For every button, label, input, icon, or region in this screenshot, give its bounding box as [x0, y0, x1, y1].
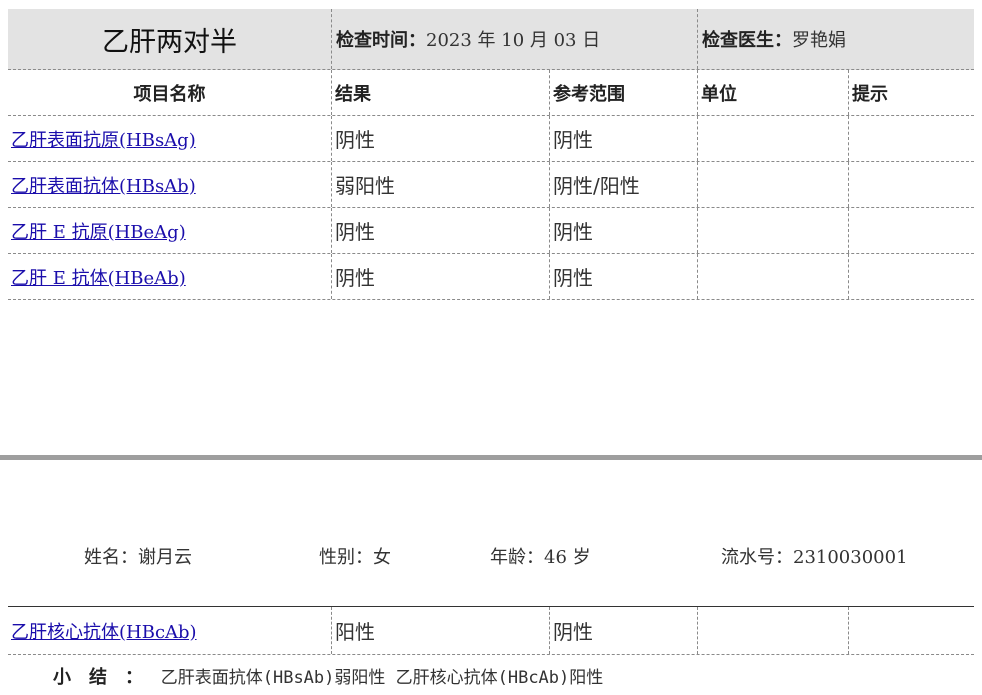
- summary-text: 乙肝表面抗体(HBsAb)弱阳性 乙肝核心抗体(HBcAb)阳性: [160, 668, 604, 688]
- report-header: 乙肝两对半 检查时间： 2023 年 10 月 03 日 检查医生： 罗艳娟: [8, 9, 974, 70]
- report-page: 乙肝两对半 检查时间： 2023 年 10 月 03 日 检查医生： 罗艳娟 项…: [0, 0, 982, 695]
- item-link-hbsab[interactable]: 乙肝表面抗体(HBsAb): [11, 172, 196, 198]
- report-title: 乙肝两对半: [102, 26, 237, 58]
- exam-doctor: 检查医生： 罗艳娟: [697, 9, 974, 69]
- hint-cell: [848, 607, 974, 654]
- item-link-hbeag[interactable]: 乙肝 E 抗原(HBeAg): [11, 218, 186, 244]
- hepatitis-b-report-table: 乙肝两对半 检查时间： 2023 年 10 月 03 日 检查医生： 罗艳娟 项…: [8, 9, 974, 300]
- reference-cell: 阴性: [549, 208, 697, 253]
- column-header-item-name: 项目名称: [133, 83, 206, 105]
- table-row: 乙肝 E 抗体(HBeAb) 阴性 阴性: [8, 254, 974, 300]
- result-cell: 阳性: [331, 607, 549, 654]
- table-row: 乙肝 E 抗原(HBeAg) 阴性 阴性: [8, 208, 974, 254]
- doctor-value: 罗艳娟: [792, 30, 846, 51]
- patient-name: 姓名：谢月云: [84, 547, 192, 568]
- unit-cell: [697, 208, 848, 253]
- serial-number: 流水号：2310030001: [721, 547, 908, 568]
- unit-cell: [697, 162, 848, 207]
- patient-gender: 性别：女: [319, 547, 391, 568]
- hint-cell: [848, 208, 974, 253]
- exam-time: 检查时间： 2023 年 10 月 03 日: [331, 9, 697, 69]
- column-header-row: 项目名称 结果 参考范围 单位 提示: [8, 70, 974, 116]
- exam-time-label: 检查时间：: [336, 30, 426, 51]
- result-cell: 阴性: [331, 116, 549, 161]
- exam-time-value: 2023 年 10 月 03 日: [426, 30, 601, 51]
- reference-cell: 阴性: [549, 116, 697, 161]
- item-name-cell: 乙肝表面抗体(HBsAb): [8, 162, 331, 207]
- result-cell: 阴性: [331, 254, 549, 299]
- table-row: 乙肝核心抗体(HBcAb) 阳性 阴性: [8, 607, 974, 655]
- reference-cell: 阴性/阳性: [549, 162, 697, 207]
- item-name-cell: 乙肝表面抗原(HBsAg): [8, 116, 331, 161]
- result-cell: 弱阳性: [331, 162, 549, 207]
- table-row: 乙肝表面抗原(HBsAg) 阴性 阴性: [8, 116, 974, 162]
- column-header-unit: 单位: [697, 70, 848, 115]
- item-name-cell: 乙肝 E 抗原(HBeAg): [8, 208, 331, 253]
- item-name-cell: 乙肝核心抗体(HBcAb): [8, 607, 331, 654]
- hint-cell: [848, 254, 974, 299]
- hepatitis-b-report-table-continued: 乙肝核心抗体(HBcAb) 阳性 阴性: [8, 606, 974, 655]
- hint-cell: [848, 162, 974, 207]
- unit-cell: [697, 254, 848, 299]
- item-link-hbeab[interactable]: 乙肝 E 抗体(HBeAb): [11, 264, 186, 290]
- column-header-reference: 参考范围: [549, 70, 697, 115]
- summary-label: 小结：: [53, 667, 161, 688]
- column-header-hint: 提示: [848, 70, 974, 115]
- column-header-result: 结果: [331, 70, 549, 115]
- summary: 小结： 乙肝表面抗体(HBsAb)弱阳性 乙肝核心抗体(HBcAb)阳性: [53, 666, 603, 690]
- reference-cell: 阴性: [549, 254, 697, 299]
- unit-cell: [697, 116, 848, 161]
- hint-cell: [848, 116, 974, 161]
- table-row: 乙肝表面抗体(HBsAb) 弱阳性 阴性/阳性: [8, 162, 974, 208]
- doctor-label: 检查医生：: [702, 30, 792, 51]
- reference-cell: 阴性: [549, 607, 697, 654]
- patient-age: 年龄：46 岁: [490, 547, 591, 568]
- item-link-hbsag[interactable]: 乙肝表面抗原(HBsAg): [11, 126, 196, 152]
- page-separator: [0, 455, 982, 460]
- item-link-hbcab[interactable]: 乙肝核心抗体(HBcAb): [11, 618, 197, 644]
- unit-cell: [697, 607, 848, 654]
- result-cell: 阴性: [331, 208, 549, 253]
- item-name-cell: 乙肝 E 抗体(HBeAb): [8, 254, 331, 299]
